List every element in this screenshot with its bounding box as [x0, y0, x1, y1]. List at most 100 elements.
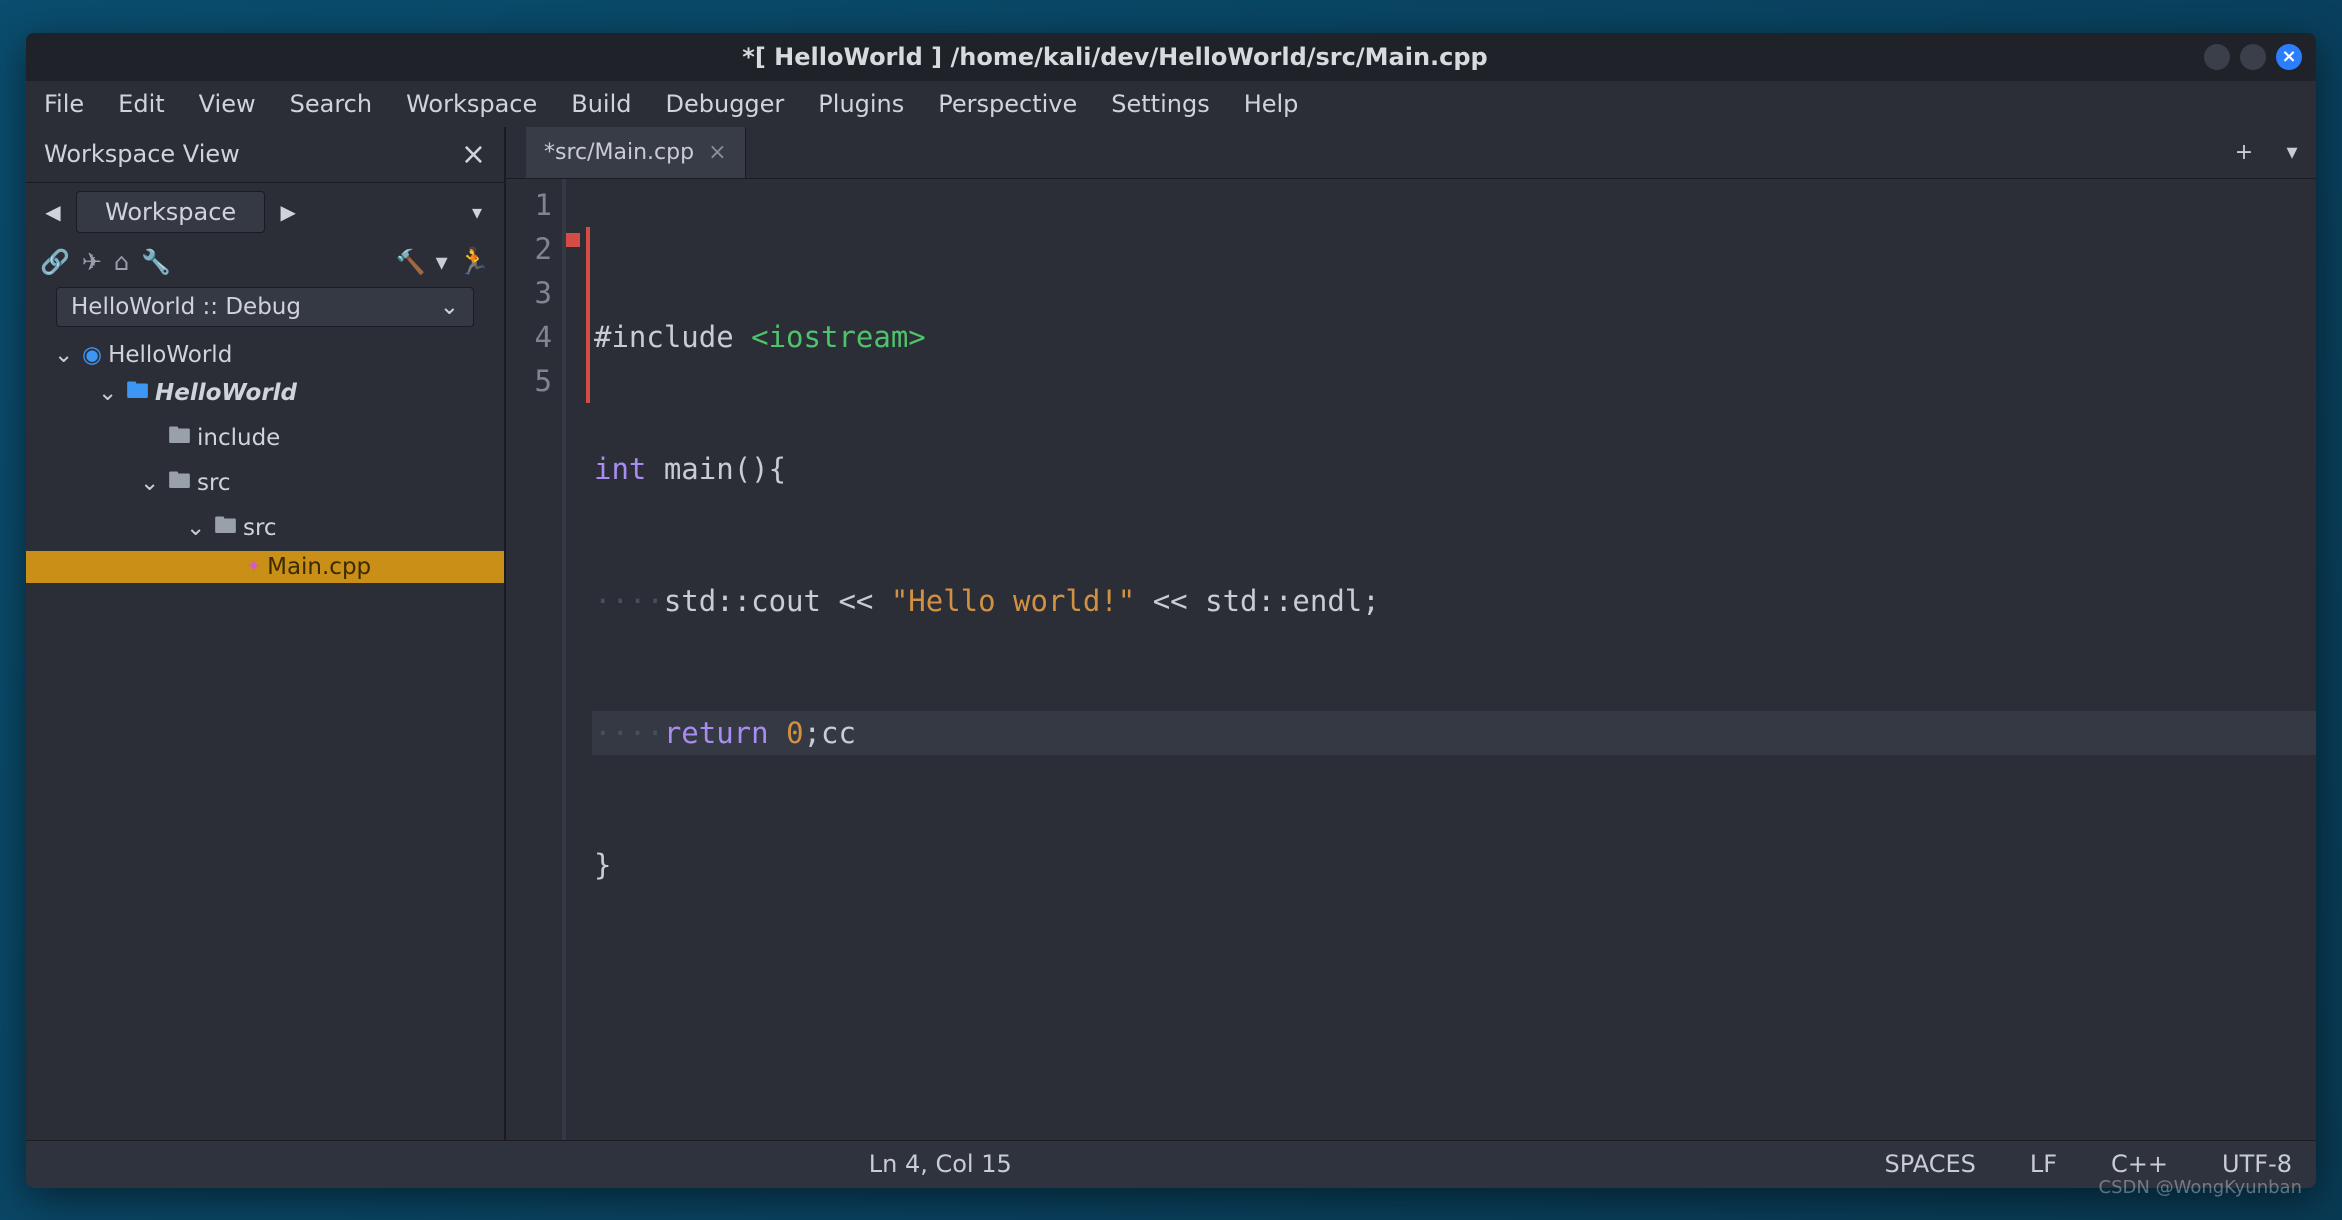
run-icon[interactable]: 🏃: [458, 247, 490, 277]
menu-file[interactable]: File: [44, 90, 84, 118]
t: << std::endl;: [1135, 584, 1379, 618]
menu-search[interactable]: Search: [290, 90, 372, 118]
folder-icon: 🖿: [168, 419, 191, 458]
build-config-label: HelloWorld :: Debug: [71, 294, 301, 320]
code-area[interactable]: 1 2 3 4 5 #include <iostream> int main()…: [506, 179, 2316, 1140]
workspace-dropdown[interactable]: Workspace: [76, 191, 265, 233]
workspace-nav: ◀ Workspace ▶ ▾: [26, 183, 504, 241]
tree-label: HelloWorld: [108, 342, 232, 368]
ide-window: *[ HelloWorld ] /home/kali/dev/HelloWorl…: [26, 33, 2316, 1188]
sidebar-header: Workspace View ×: [26, 127, 504, 183]
status-indent[interactable]: SPACES: [1885, 1150, 1976, 1178]
t: ····: [594, 716, 664, 750]
t: <iostream>: [751, 320, 926, 354]
statusbar: Ln 4, Col 15 SPACES LF C++ UTF-8: [26, 1140, 2316, 1188]
fold-column: [566, 179, 586, 1140]
tree-label: include: [197, 425, 280, 451]
menu-help[interactable]: Help: [1244, 90, 1299, 118]
t: #include: [594, 320, 751, 354]
chevron-down-icon: ⌄: [440, 294, 459, 320]
menu-edit[interactable]: Edit: [118, 90, 164, 118]
t: 0: [769, 716, 804, 750]
t: return: [664, 716, 769, 750]
tree-label: Main.cpp: [267, 554, 371, 580]
window-title: *[ HelloWorld ] /home/kali/dev/HelloWorl…: [26, 43, 2204, 71]
status-encoding[interactable]: UTF-8: [2222, 1150, 2292, 1178]
build-config-dropdown[interactable]: HelloWorld :: Debug ⌄: [56, 287, 474, 327]
menubar: File Edit View Search Workspace Build De…: [26, 81, 2316, 127]
sidebar-close-icon[interactable]: ×: [461, 137, 486, 172]
project-icon: ◉: [82, 342, 102, 368]
menu-build[interactable]: Build: [571, 90, 631, 118]
build-config-row: HelloWorld :: Debug ⌄: [26, 283, 504, 339]
tab-menu-button[interactable]: ▾: [2268, 127, 2316, 178]
chevron-down-icon: ⌄: [98, 380, 120, 406]
brace-guide: [586, 227, 590, 403]
menu-view[interactable]: View: [199, 90, 256, 118]
chevron-down-icon: ⌄: [54, 342, 76, 368]
workspace-label: Workspace: [105, 198, 236, 226]
tab-label: *src/Main.cpp: [544, 140, 694, 165]
sidebar-toolbar: 🔗 ✈ ⌂ 🔧 🔨 ▾ 🏃: [26, 241, 504, 283]
sidebar: Workspace View × ◀ Workspace ▶ ▾ 🔗 ✈ ⌂ 🔧: [26, 127, 506, 1140]
tree-include[interactable]: 🖿 include: [26, 416, 504, 461]
project-tree: ⌄ ◉ HelloWorld ⌄ 🖿 HelloWorld 🖿 include …: [26, 339, 504, 1140]
tree-src-outer[interactable]: ⌄ 🖿 src: [26, 461, 504, 506]
status-lang[interactable]: C++: [2111, 1150, 2168, 1178]
t: "Hello world!": [891, 584, 1135, 618]
cpp-file-icon: ✦: [246, 556, 261, 577]
t: std::cout <<: [664, 584, 891, 618]
link-icon[interactable]: 🔗: [40, 248, 70, 276]
folder-icon: 🖿: [126, 374, 149, 413]
folder-icon: 🖿: [214, 509, 237, 548]
new-tab-button[interactable]: +: [2220, 127, 2268, 178]
line-gutter: 1 2 3 4 5: [506, 179, 566, 1140]
fold-marker-icon[interactable]: [566, 233, 580, 247]
folder-icon: 🖿: [168, 464, 191, 503]
watermark: CSDN @WongKyunban: [2099, 1177, 2302, 1198]
close-button[interactable]: ×: [2276, 44, 2302, 70]
editor-pane: *src/Main.cpp × + ▾ 1 2 3 4 5: [506, 127, 2316, 1140]
line-number: 4: [506, 315, 552, 359]
status-eol[interactable]: LF: [2030, 1150, 2057, 1178]
home-icon[interactable]: ⌂: [114, 248, 129, 276]
t: ;cc: [804, 716, 856, 750]
send-icon[interactable]: ✈: [82, 248, 102, 276]
tree-label: src: [243, 515, 277, 541]
build-icon[interactable]: 🔨: [396, 248, 426, 276]
minimize-button[interactable]: [2204, 44, 2230, 70]
nav-fwd-icon[interactable]: ▶: [275, 200, 301, 224]
line-number: 3: [506, 271, 552, 315]
window-controls: ×: [2204, 44, 2302, 70]
menu-perspective[interactable]: Perspective: [938, 90, 1077, 118]
sidebar-title: Workspace View: [44, 140, 240, 168]
tree-label: src: [197, 470, 231, 496]
tree-file-main[interactable]: ✦ Main.cpp: [26, 551, 504, 583]
line-number: 2: [506, 227, 552, 271]
menu-workspace[interactable]: Workspace: [406, 90, 537, 118]
t: ····: [594, 584, 664, 618]
menu-debugger[interactable]: Debugger: [666, 90, 785, 118]
status-position[interactable]: Ln 4, Col 15: [50, 1150, 1831, 1178]
tree-src-inner[interactable]: ⌄ 🖿 src: [26, 506, 504, 551]
chevron-down-icon: ⌄: [186, 515, 208, 541]
maximize-button[interactable]: [2240, 44, 2266, 70]
menu-plugins[interactable]: Plugins: [818, 90, 904, 118]
t: }: [594, 848, 611, 882]
nav-menu-icon[interactable]: ▾: [464, 200, 490, 224]
nav-back-icon[interactable]: ◀: [40, 200, 66, 224]
body: Workspace View × ◀ Workspace ▶ ▾ 🔗 ✈ ⌂ 🔧: [26, 127, 2316, 1140]
tree-workspace-root[interactable]: ⌄ ◉ HelloWorld: [26, 339, 504, 371]
menu-settings[interactable]: Settings: [1111, 90, 1209, 118]
t: int: [594, 452, 646, 486]
tab-close-icon[interactable]: ×: [708, 140, 726, 165]
chevron-down-icon: ⌄: [140, 470, 162, 496]
tabbar: *src/Main.cpp × + ▾: [506, 127, 2316, 179]
line-number: 1: [506, 183, 552, 227]
titlebar: *[ HelloWorld ] /home/kali/dev/HelloWorl…: [26, 33, 2316, 81]
t: main(){: [646, 452, 786, 486]
wrench-icon[interactable]: 🔧: [141, 248, 171, 276]
code-text[interactable]: #include <iostream> int main(){ ····std:…: [586, 179, 2316, 1140]
tab-main-cpp[interactable]: *src/Main.cpp ×: [526, 127, 746, 178]
tree-project[interactable]: ⌄ 🖿 HelloWorld: [26, 371, 504, 416]
